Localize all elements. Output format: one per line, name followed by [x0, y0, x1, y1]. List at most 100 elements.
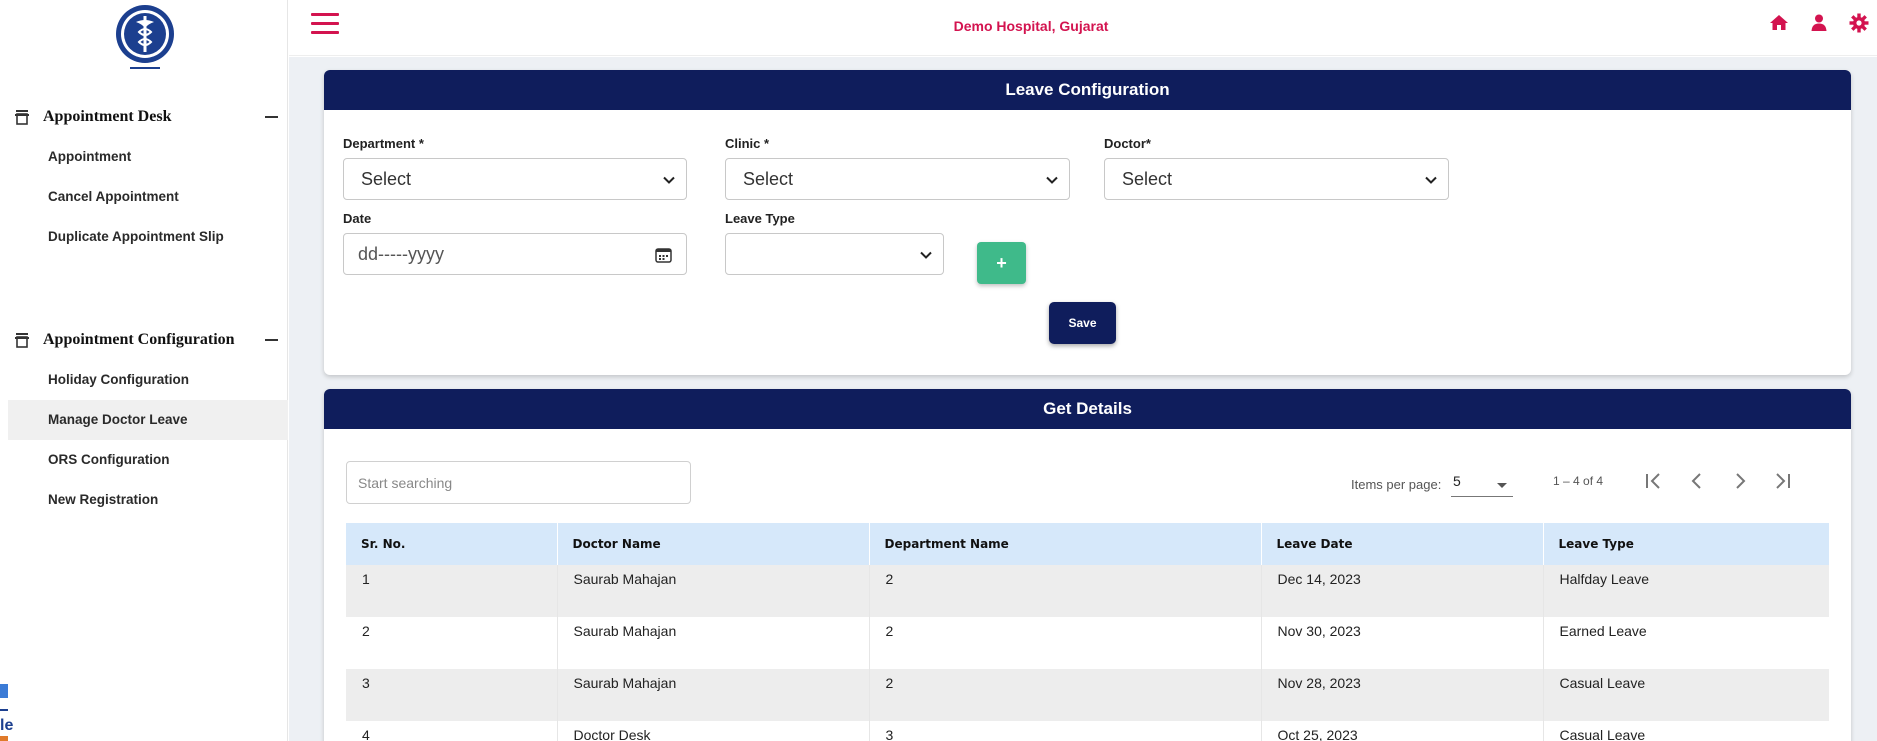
sidebar-item-appointment[interactable]: Appointment: [0, 137, 288, 177]
cell-leave-type: Casual Leave: [1543, 721, 1829, 741]
leave-configuration-card: Leave Configuration Department * Select …: [324, 70, 1851, 375]
hospital-logo: [116, 5, 174, 69]
cell-sr-no: 3: [346, 669, 558, 721]
column-header-sr-no[interactable]: Sr. No.: [346, 523, 558, 565]
nav-group-header[interactable]: Appointment Desk: [0, 103, 288, 131]
cell-sr-no: 2: [346, 617, 558, 669]
first-page-button[interactable]: [1639, 467, 1667, 495]
dropdown-arrow-icon: [1497, 483, 1507, 488]
corner-logo-line: [0, 709, 8, 711]
cell-leave-date: Oct 25, 2023: [1261, 721, 1544, 741]
leave-configuration-title: Leave Configuration: [324, 70, 1851, 110]
table-row[interactable]: 2 Saurab Mahajan 2 Nov 30, 2023 Earned L…: [346, 617, 1829, 669]
cell-leave-date: Dec 14, 2023: [1261, 565, 1544, 617]
table-row[interactable]: 4 Doctor Desk 3 Oct 25, 2023 Casual Leav…: [346, 721, 1829, 741]
previous-page-button[interactable]: [1683, 467, 1711, 495]
doctor-label: Doctor*: [1104, 136, 1151, 151]
chevron-left-icon: [1691, 473, 1701, 489]
date-label: Date: [343, 211, 372, 226]
calendar-icon[interactable]: [655, 247, 672, 263]
corner-logo-bar: [0, 684, 8, 698]
column-header-leave-type[interactable]: Leave Type: [1543, 523, 1829, 565]
hospital-name: Demo Hospital, Gujarat: [953, 18, 1109, 34]
collapse-icon[interactable]: [265, 116, 278, 118]
get-details-card: Get Details Items per page: 5 1 – 4 of 4: [324, 389, 1851, 741]
last-page-button[interactable]: [1769, 467, 1797, 495]
first-page-icon: [1646, 473, 1660, 489]
chevron-right-icon: [1736, 473, 1746, 489]
cell-department-name: 2: [869, 617, 1262, 669]
clinic-select[interactable]: Select: [725, 158, 1070, 200]
cell-sr-no: 4: [346, 721, 558, 741]
cell-leave-type: Earned Leave: [1543, 617, 1829, 669]
cell-department-name: 3: [869, 721, 1262, 741]
leave-type-label: Leave Type: [725, 211, 795, 226]
corner-logo-text: le: [0, 717, 14, 734]
save-button[interactable]: Save: [1049, 302, 1116, 344]
cell-doctor-name: Saurab Mahajan: [557, 565, 870, 617]
collapse-icon[interactable]: [265, 339, 278, 341]
column-header-department-name[interactable]: Department Name: [869, 523, 1262, 565]
table-row[interactable]: 3 Saurab Mahajan 2 Nov 28, 2023 Casual L…: [346, 669, 1829, 721]
nav-group-header[interactable]: Appointment Configuration: [0, 326, 288, 354]
department-select[interactable]: Select: [343, 158, 687, 200]
last-page-icon: [1776, 473, 1790, 489]
chevron-down-icon: [1046, 176, 1058, 184]
config-icon: [15, 333, 29, 348]
add-leave-button[interactable]: +: [977, 242, 1026, 284]
chevron-down-icon: [1425, 176, 1437, 184]
cell-department-name: 2: [869, 565, 1262, 617]
items-per-page-select[interactable]: 5: [1451, 473, 1513, 497]
clinic-label: Clinic *: [725, 136, 770, 151]
column-header-leave-date[interactable]: Leave Date: [1261, 523, 1544, 565]
get-details-title: Get Details: [324, 389, 1851, 429]
cell-leave-date: Nov 28, 2023: [1261, 669, 1544, 721]
department-select-value: Select: [361, 169, 412, 189]
desk-icon: [15, 110, 29, 125]
items-per-page-label: Items per page:: [1351, 477, 1442, 492]
column-header-doctor-name[interactable]: Doctor Name: [557, 523, 870, 565]
date-input[interactable]: dd-----yyyy: [343, 233, 687, 275]
nav-group-appointment-configuration: Appointment Configuration Holiday Config…: [0, 326, 288, 520]
pagination-range: 1 – 4 of 4: [1553, 474, 1604, 488]
cell-doctor-name: Saurab Mahajan: [557, 617, 870, 669]
cell-leave-date: Nov 30, 2023: [1261, 617, 1544, 669]
table-row[interactable]: 1 Saurab Mahajan 2 Dec 14, 2023 Halfday …: [346, 565, 1829, 617]
department-label: Department *: [343, 136, 424, 151]
main-content: Leave Configuration Department * Select …: [289, 57, 1877, 741]
nav-group-title: Appointment Desk: [43, 108, 172, 125]
sidebar-item-ors-configuration[interactable]: ORS Configuration: [0, 440, 288, 480]
cell-leave-type: Halfday Leave: [1543, 565, 1829, 617]
cell-sr-no: 1: [346, 565, 558, 617]
nav-group-title: Appointment Configuration: [43, 331, 235, 348]
cell-doctor-name: Doctor Desk: [557, 721, 870, 741]
sidebar: Appointment Desk Appointment Cancel Appo…: [0, 0, 288, 741]
corner-logo-foot: [0, 736, 8, 741]
doctor-select[interactable]: Select: [1104, 158, 1449, 200]
doctor-select-value: Select: [1122, 169, 1173, 189]
gear-icon[interactable]: [1849, 13, 1869, 33]
sidebar-item-duplicate-appointment-slip[interactable]: Duplicate Appointment Slip: [0, 217, 288, 257]
cell-leave-type: Casual Leave: [1543, 669, 1829, 721]
items-per-page-value: 5: [1453, 473, 1461, 489]
logo-caption: [130, 67, 160, 69]
app-root: Appointment Desk Appointment Cancel Appo…: [0, 0, 1877, 741]
chevron-down-icon: [920, 251, 932, 259]
sidebar-item-new-registration[interactable]: New Registration: [0, 480, 288, 520]
top-bar-icons: [1769, 13, 1869, 33]
leave-table: Sr. No. Doctor Name Department Name Leav…: [346, 523, 1829, 741]
next-page-button[interactable]: [1726, 467, 1754, 495]
sidebar-item-holiday-configuration[interactable]: Holiday Configuration: [0, 360, 288, 400]
search-input[interactable]: [346, 461, 691, 504]
clinic-select-value: Select: [743, 169, 794, 189]
home-icon[interactable]: [1769, 13, 1789, 33]
sidebar-item-manage-doctor-leave[interactable]: Manage Doctor Leave: [8, 400, 288, 440]
chevron-down-icon: [663, 176, 675, 184]
top-bar: Demo Hospital, Gujarat: [289, 0, 1877, 56]
sidebar-item-cancel-appointment[interactable]: Cancel Appointment: [0, 177, 288, 217]
date-placeholder: dd-----yyyy: [358, 244, 444, 264]
leave-type-select[interactable]: [725, 233, 944, 275]
cell-department-name: 2: [869, 669, 1262, 721]
user-icon[interactable]: [1809, 13, 1829, 33]
cell-doctor-name: Saurab Mahajan: [557, 669, 870, 721]
